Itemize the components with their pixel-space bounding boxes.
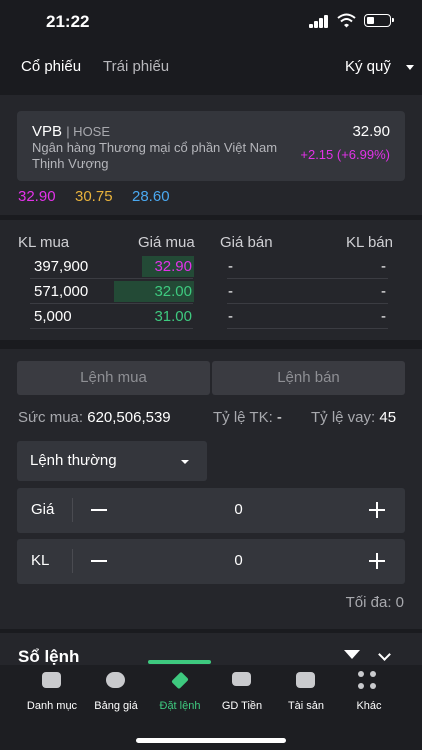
ask-price-header: Giá bán: [220, 234, 273, 251]
order-book-row[interactable]: 5,000 31.00 - -: [30, 305, 388, 329]
battery-icon: [364, 14, 394, 27]
active-tab-indicator: [148, 660, 211, 664]
stock-selector-card[interactable]: VPB | HOSE Ngân hàng Thương mại cổ phần …: [17, 111, 405, 181]
order-type-select[interactable]: Lệnh thường: [17, 441, 207, 481]
stock-symbol: VPB | HOSE: [32, 123, 111, 140]
quantity-stepper: KL 0: [17, 539, 405, 584]
bid-price: 32.00: [154, 283, 192, 300]
more-icon: [358, 671, 378, 691]
bid-qty: 397,900: [34, 258, 89, 275]
nav-assets[interactable]: Tài sản: [271, 665, 341, 725]
chevron-down-icon[interactable]: [406, 65, 414, 70]
ask-qty: -: [381, 308, 386, 325]
price-stepper: Giá 0: [17, 488, 405, 533]
tab-bonds[interactable]: Trái phiếu: [103, 58, 169, 75]
quantity-input[interactable]: 0: [17, 552, 422, 569]
loan-ratio: Tỷ lệ vay: 45: [311, 409, 397, 426]
status-bar: 21:22: [0, 0, 422, 46]
status-time: 21:22: [46, 12, 90, 31]
tab-stocks[interactable]: Cổ phiếu: [21, 58, 81, 75]
order-book-row[interactable]: 571,000 32.00 - -: [30, 280, 388, 304]
wifi-icon: [337, 13, 356, 28]
order-book-row[interactable]: 397,900 32.90 - -: [30, 255, 388, 279]
stock-exchange: | HOSE: [66, 124, 111, 139]
filter-icon[interactable]: [344, 650, 360, 659]
bid-price-header: Giá mua: [138, 234, 195, 251]
nav-price-board[interactable]: Bảng giá: [81, 665, 151, 725]
nav-cash-transactions[interactable]: GD Tiền: [207, 665, 277, 725]
order-type-value: Lệnh thường: [30, 452, 117, 469]
ceiling-price[interactable]: 32.90: [18, 188, 56, 205]
price-plus-icon[interactable]: [369, 502, 385, 518]
bid-price: 32.90: [154, 258, 192, 275]
chevron-down-icon: [181, 460, 189, 464]
company-name: Ngân hàng Thương mại cổ phần Việt Nam Th…: [32, 140, 278, 171]
bid-price: 31.00: [154, 308, 192, 325]
price-board-icon: [106, 672, 125, 688]
portfolio-icon: [42, 672, 61, 688]
bid-qty: 5,000: [34, 308, 72, 325]
assets-icon: [296, 672, 315, 688]
price-change: +2.15 (+6.99%): [300, 147, 390, 162]
ask-qty: -: [381, 283, 386, 300]
nav-place-order[interactable]: Đặt lệnh: [145, 665, 215, 725]
quantity-plus-icon[interactable]: [369, 553, 385, 569]
ask-qty: -: [381, 258, 386, 275]
nav-more[interactable]: Khác: [334, 665, 404, 725]
market-tabs: Cổ phiếu Trái phiếu Ký quỹ: [0, 46, 422, 92]
ask-price: -: [228, 283, 233, 300]
ask-price: -: [228, 308, 233, 325]
reference-price[interactable]: 30.75: [75, 188, 113, 205]
cellular-signal-icon: [309, 15, 329, 28]
bid-qty-header: KL mua: [18, 234, 70, 251]
home-indicator: [136, 738, 286, 743]
current-price: 32.90: [352, 123, 390, 140]
nav-portfolio[interactable]: Danh mục: [17, 665, 87, 725]
max-quantity[interactable]: Tối đa: 0: [346, 594, 404, 611]
buy-order-button[interactable]: Lệnh mua: [17, 361, 210, 395]
price-input[interactable]: 0: [17, 501, 422, 518]
floor-price[interactable]: 28.60: [132, 188, 170, 205]
buying-power: Sức mua: 620,506,539: [18, 409, 171, 426]
margin-account-dropdown[interactable]: Ký quỹ: [345, 58, 391, 75]
sell-order-button[interactable]: Lệnh bán: [212, 361, 405, 395]
tk-ratio: Tỷ lệ TK: -: [213, 409, 282, 426]
bid-qty: 571,000: [34, 283, 89, 300]
gavel-icon: [171, 671, 189, 690]
ask-price: -: [228, 258, 233, 275]
ask-qty-header: KL bán: [346, 234, 393, 251]
order-log-title: Sổ lệnh: [18, 647, 80, 666]
wallet-icon: [232, 672, 251, 686]
